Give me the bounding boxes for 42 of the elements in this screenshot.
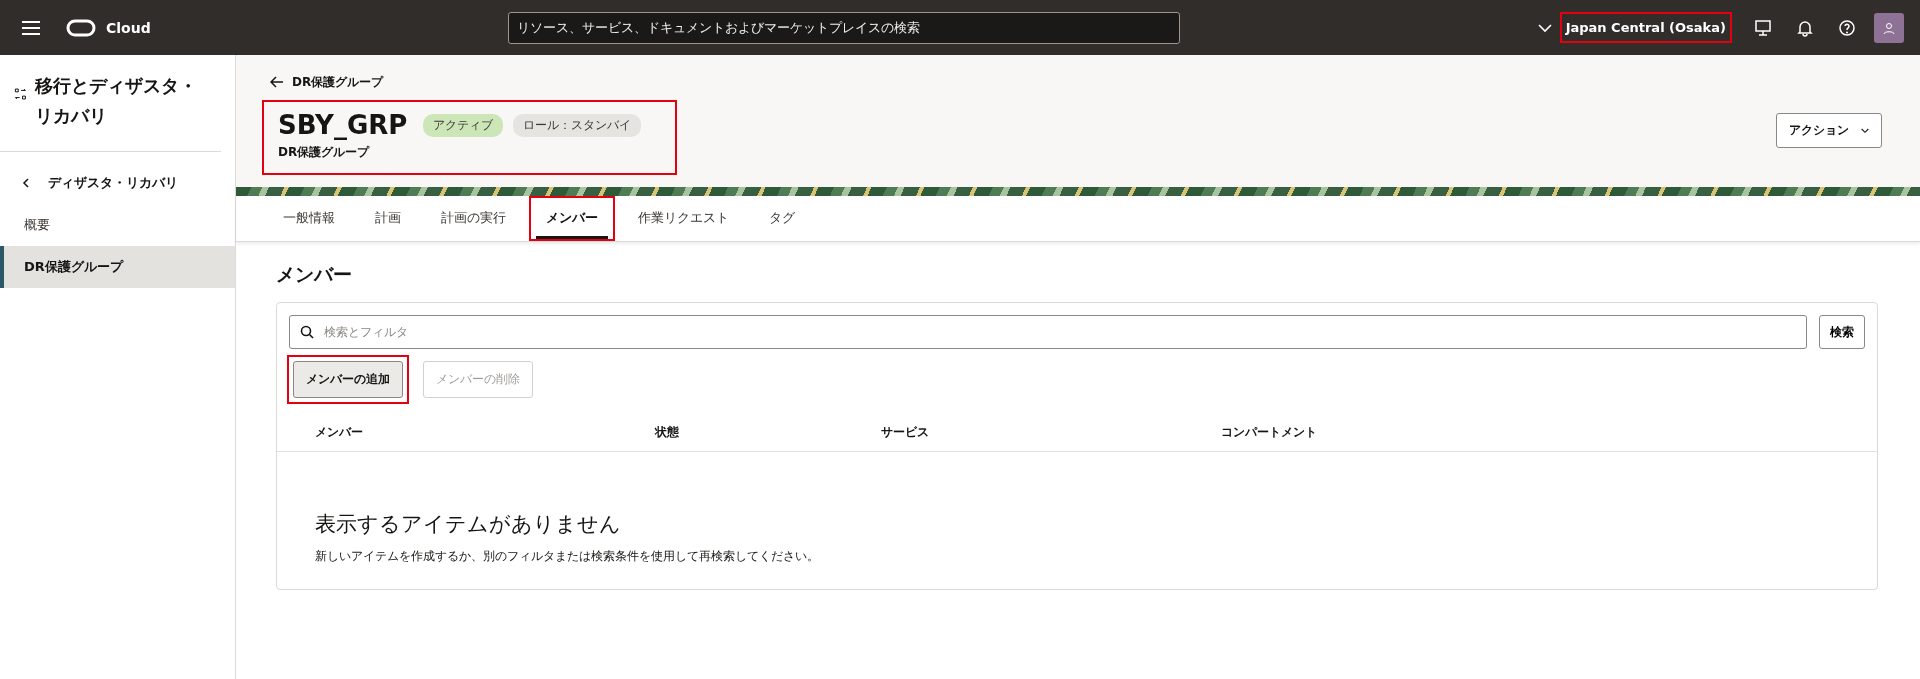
sidebar-item[interactable]: 概要 (0, 204, 235, 246)
search-field[interactable]: リソース、サービス、ドキュメントおよびマーケットプレイスの検索 (508, 11, 1181, 44)
tab[interactable]: 計画 (365, 198, 411, 239)
tab[interactable]: 作業リクエスト (628, 198, 739, 239)
avatar[interactable] (1874, 12, 1904, 43)
search-button[interactable]: 検索 (1819, 315, 1865, 349)
empty-state-message: 新しいアイテムを作成するか、別のフィルタまたは検索条件を使用して再検索してください。 (315, 548, 820, 565)
column-header: コンパートメント (1221, 424, 1318, 441)
sidebar-item[interactable]: DR保護グループ (0, 246, 235, 288)
chevron-left-icon (22, 178, 30, 188)
person-icon (1882, 20, 1896, 35)
tab[interactable]: 計画の実行 (431, 198, 516, 239)
status-badge: アクティブ (423, 113, 504, 137)
transfer-icon (14, 85, 27, 103)
back-link[interactable]: ディザスタ・リカバリ (0, 152, 235, 204)
tab[interactable]: 一般情報 (273, 198, 345, 239)
logo-icon[interactable] (66, 18, 96, 37)
arrow-left-icon (270, 76, 284, 88)
back-link-label: ディザスタ・リカバリ (48, 174, 178, 192)
help-icon[interactable] (1838, 18, 1856, 37)
region-selector[interactable]: Japan Central (Osaka) (1561, 14, 1730, 41)
column-header: メンバー (315, 424, 364, 441)
bell-icon[interactable] (1796, 18, 1814, 37)
search-filter-field[interactable]: 検索とフィルタ (289, 315, 1807, 349)
chevron-down-icon[interactable] (1537, 22, 1552, 33)
status-badge: ロール：スタンバイ (513, 113, 642, 137)
tab[interactable]: メンバー (536, 198, 608, 239)
monitor-icon[interactable] (1754, 18, 1772, 37)
breadcrumb-link[interactable]: DR保護グループ (270, 73, 384, 91)
page-title: SBY_GRP (278, 110, 408, 140)
column-header: 状態 (655, 424, 680, 441)
add-member-button[interactable]: メンバーの追加 (293, 361, 403, 398)
section-title: メンバー (276, 262, 353, 287)
column-header: サービス (881, 424, 930, 441)
breadcrumb-label: DR保護グループ (292, 73, 384, 91)
tab[interactable]: タグ (759, 198, 805, 239)
empty-state-title: 表示するアイテムがありません (315, 511, 622, 538)
brand-name: Cloud (106, 19, 151, 36)
sidebar-title: 移行とディザスタ・リカバリ (34, 74, 198, 128)
menu-icon[interactable] (22, 20, 40, 35)
page-subtitle: DR保護グループ (278, 144, 371, 161)
actions-button[interactable]: アクション (1776, 113, 1882, 148)
